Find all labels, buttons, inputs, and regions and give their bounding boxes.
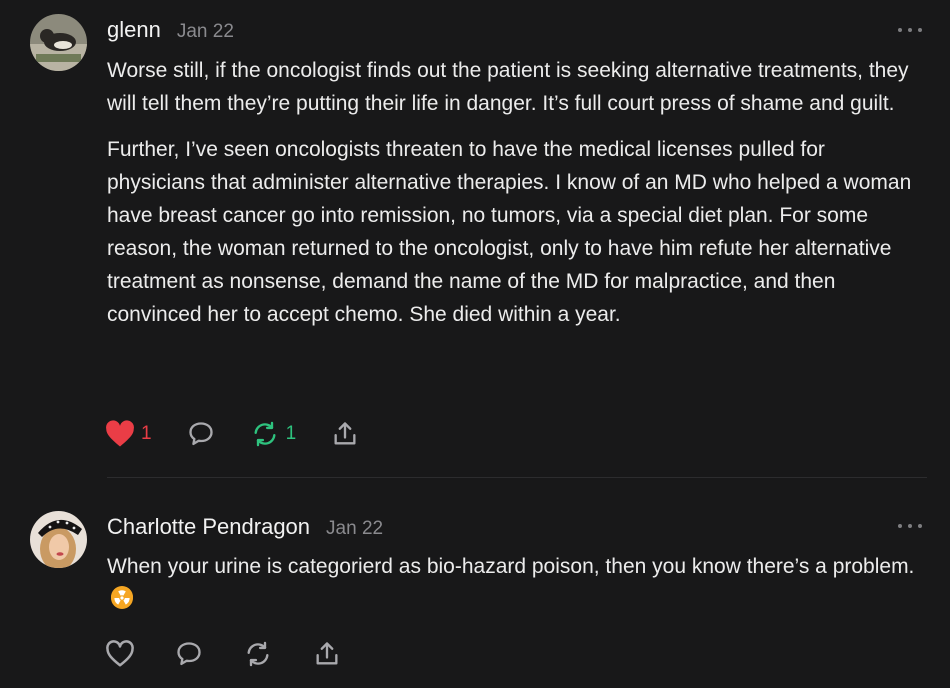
more-dots-icon [898, 28, 902, 32]
comment-header: Charlotte Pendragon Jan 22 [107, 514, 383, 540]
author-name[interactable]: glenn [107, 17, 161, 43]
reply-button[interactable] [175, 640, 203, 668]
share-button[interactable] [331, 420, 359, 448]
radioactive-emoji-icon [111, 586, 133, 609]
restack-arrows-icon [247, 641, 269, 667]
heart-icon [106, 640, 134, 667]
avatar[interactable] [30, 511, 87, 568]
comment-body: When your urine is categorierd as bio-ha… [107, 550, 927, 629]
comment-actions [105, 640, 376, 668]
more-dots-icon [898, 524, 902, 528]
more-options-button[interactable] [898, 25, 922, 35]
comment-divider [107, 477, 927, 478]
reply-button[interactable] [187, 420, 215, 448]
restack-button[interactable] [243, 640, 273, 668]
speech-bubble-icon [188, 422, 213, 446]
share-icon [334, 422, 356, 445]
comment-actions: 1 1 [105, 420, 394, 448]
like-count: 1 [141, 423, 152, 444]
comment-date[interactable]: Jan 22 [177, 21, 234, 43]
comment-paragraph: Further, I’ve seen oncologists threaten … [107, 138, 912, 326]
avatar[interactable] [30, 14, 87, 71]
share-icon [316, 642, 338, 665]
more-options-button[interactable] [898, 521, 922, 531]
comment-paragraph: When your urine is categorierd as bio-ha… [107, 550, 927, 616]
restack-button[interactable]: 1 [250, 420, 297, 448]
like-button[interactable] [105, 640, 135, 668]
comment-paragraph: Worse still, if the oncologist finds out… [107, 59, 909, 115]
comment-header: glenn Jan 22 [107, 17, 234, 43]
restack-count: 1 [285, 423, 297, 444]
comment-body: Worse still, if the oncologist finds out… [107, 54, 927, 344]
like-button[interactable]: 1 [105, 420, 152, 448]
comment-text: When your urine is categorierd as bio-ha… [107, 555, 915, 578]
speech-bubble-icon [177, 642, 201, 666]
restack-arrows-icon [254, 421, 276, 447]
author-name[interactable]: Charlotte Pendragon [107, 514, 310, 540]
comment-date[interactable]: Jan 22 [326, 518, 383, 540]
share-button[interactable] [313, 640, 341, 668]
heart-icon [106, 420, 134, 447]
